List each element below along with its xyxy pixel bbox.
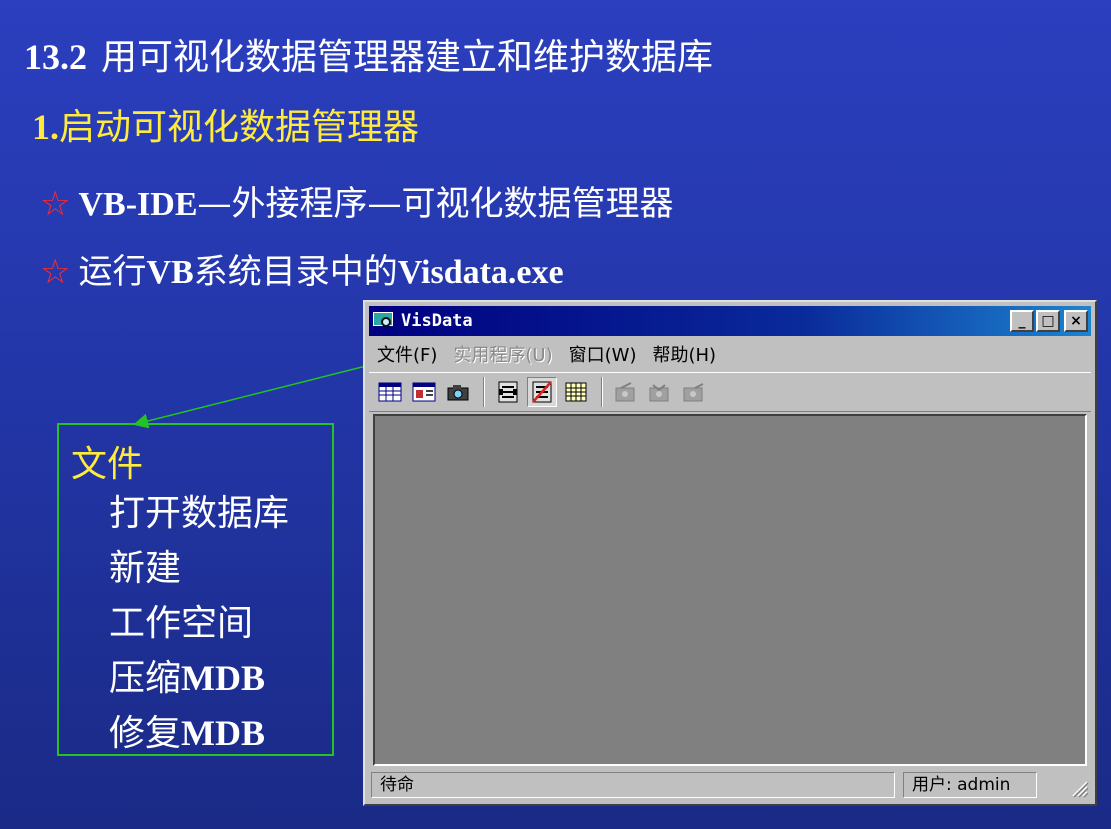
window-controls: _ □ × — [1010, 310, 1088, 332]
no-data-control-icon[interactable] — [527, 377, 557, 407]
title-text: 用可视化数据管理器建立和维护数据库 — [101, 37, 714, 78]
status-message: 待命 — [371, 772, 895, 798]
callout-item-compact-mdb: 压缩MDB — [109, 654, 289, 709]
status-user: 用户: admin — [903, 772, 1037, 798]
callout-item-new: 新建 — [109, 544, 289, 599]
rollback-icon[interactable] — [645, 377, 675, 407]
maximize-button[interactable]: □ — [1036, 310, 1060, 332]
file-menu-callout: 文件 打开数据库 新建 工作空间 压缩MDB 修复MDB — [57, 423, 334, 756]
bullet-text: 运行 — [78, 252, 147, 292]
bullet-text: 系统目录中的 — [193, 252, 398, 292]
menu-window[interactable]: 窗口(W) — [561, 341, 645, 367]
subtitle-number: 1. — [32, 107, 59, 147]
callout-item-text: 打开数据库 — [109, 493, 290, 534]
section-number: 13.2 — [24, 37, 87, 77]
grid-icon[interactable] — [561, 377, 591, 407]
status-bar: 待命 用户: admin — [369, 770, 1091, 800]
begin-transaction-icon[interactable] — [611, 377, 641, 407]
slide-title: 13.2 用可视化数据管理器建立和维护数据库 — [24, 28, 713, 80]
resize-grip-icon[interactable] — [1067, 776, 1089, 798]
data-control-icon[interactable] — [493, 377, 523, 407]
bullet-text-latin: VB — [146, 254, 194, 291]
menu-file[interactable]: 文件(F) — [369, 341, 445, 367]
window-titlebar[interactable]: VisData _ □ × — [369, 306, 1091, 336]
table-icon[interactable] — [375, 377, 405, 407]
bullet-text: —外接程序—可视化数据管理器 — [197, 184, 674, 224]
callout-item-text: 压缩 — [109, 658, 182, 699]
bullet-text-latin: VB-IDE — [78, 186, 198, 223]
minimize-button[interactable]: _ — [1010, 310, 1034, 332]
callout-list: 打开数据库 新建 工作空间 压缩MDB 修复MDB — [109, 489, 289, 764]
callout-item-text: 工作空间 — [109, 603, 254, 644]
dynaset-icon[interactable] — [409, 377, 439, 407]
callout-item-workspace: 工作空间 — [109, 599, 289, 654]
menu-help[interactable]: 帮助(H) — [644, 341, 724, 367]
menu-utility[interactable]: 实用程序(U) — [445, 341, 560, 367]
callout-item-latin: MDB — [181, 658, 266, 698]
callout-item-repair-mdb: 修复MDB — [109, 709, 289, 764]
menu-bar: 文件(F) 实用程序(U) 窗口(W) 帮助(H) — [369, 340, 1091, 368]
toolbar — [369, 372, 1091, 412]
window-title: VisData — [401, 311, 473, 331]
toolbar-separator — [483, 377, 485, 407]
visdata-app-icon[interactable] — [373, 311, 395, 331]
subtitle-text: 启动可视化数据管理器 — [59, 107, 420, 148]
toolbar-separator — [601, 377, 603, 407]
close-button[interactable]: × — [1064, 310, 1088, 332]
bullet-visdata-exe: ☆ 运行VB系统目录中的Visdata.exe — [40, 244, 564, 293]
callout-item-latin: MDB — [181, 713, 266, 753]
bullet-vb-ide: ☆ VB-IDE—外接程序—可视化数据管理器 — [40, 176, 674, 225]
mdi-client-area[interactable] — [373, 414, 1087, 766]
callout-item-open-db: 打开数据库 — [109, 489, 289, 544]
star-icon: ☆ — [40, 252, 71, 292]
visdata-window: VisData _ □ × 文件(F) 实用程序(U) 窗口(W) 帮助(H) — [363, 300, 1097, 806]
bullet-text-latin: Visdata.exe — [397, 254, 564, 291]
commit-icon[interactable] — [679, 377, 709, 407]
callout-item-text: 新建 — [109, 548, 182, 589]
star-icon: ☆ — [40, 184, 71, 224]
callout-item-text: 修复 — [109, 713, 182, 754]
snapshot-icon[interactable] — [443, 377, 473, 407]
callout-heading: 文件 — [71, 444, 144, 485]
slide-subtitle: 1.启动可视化数据管理器 — [32, 98, 419, 150]
